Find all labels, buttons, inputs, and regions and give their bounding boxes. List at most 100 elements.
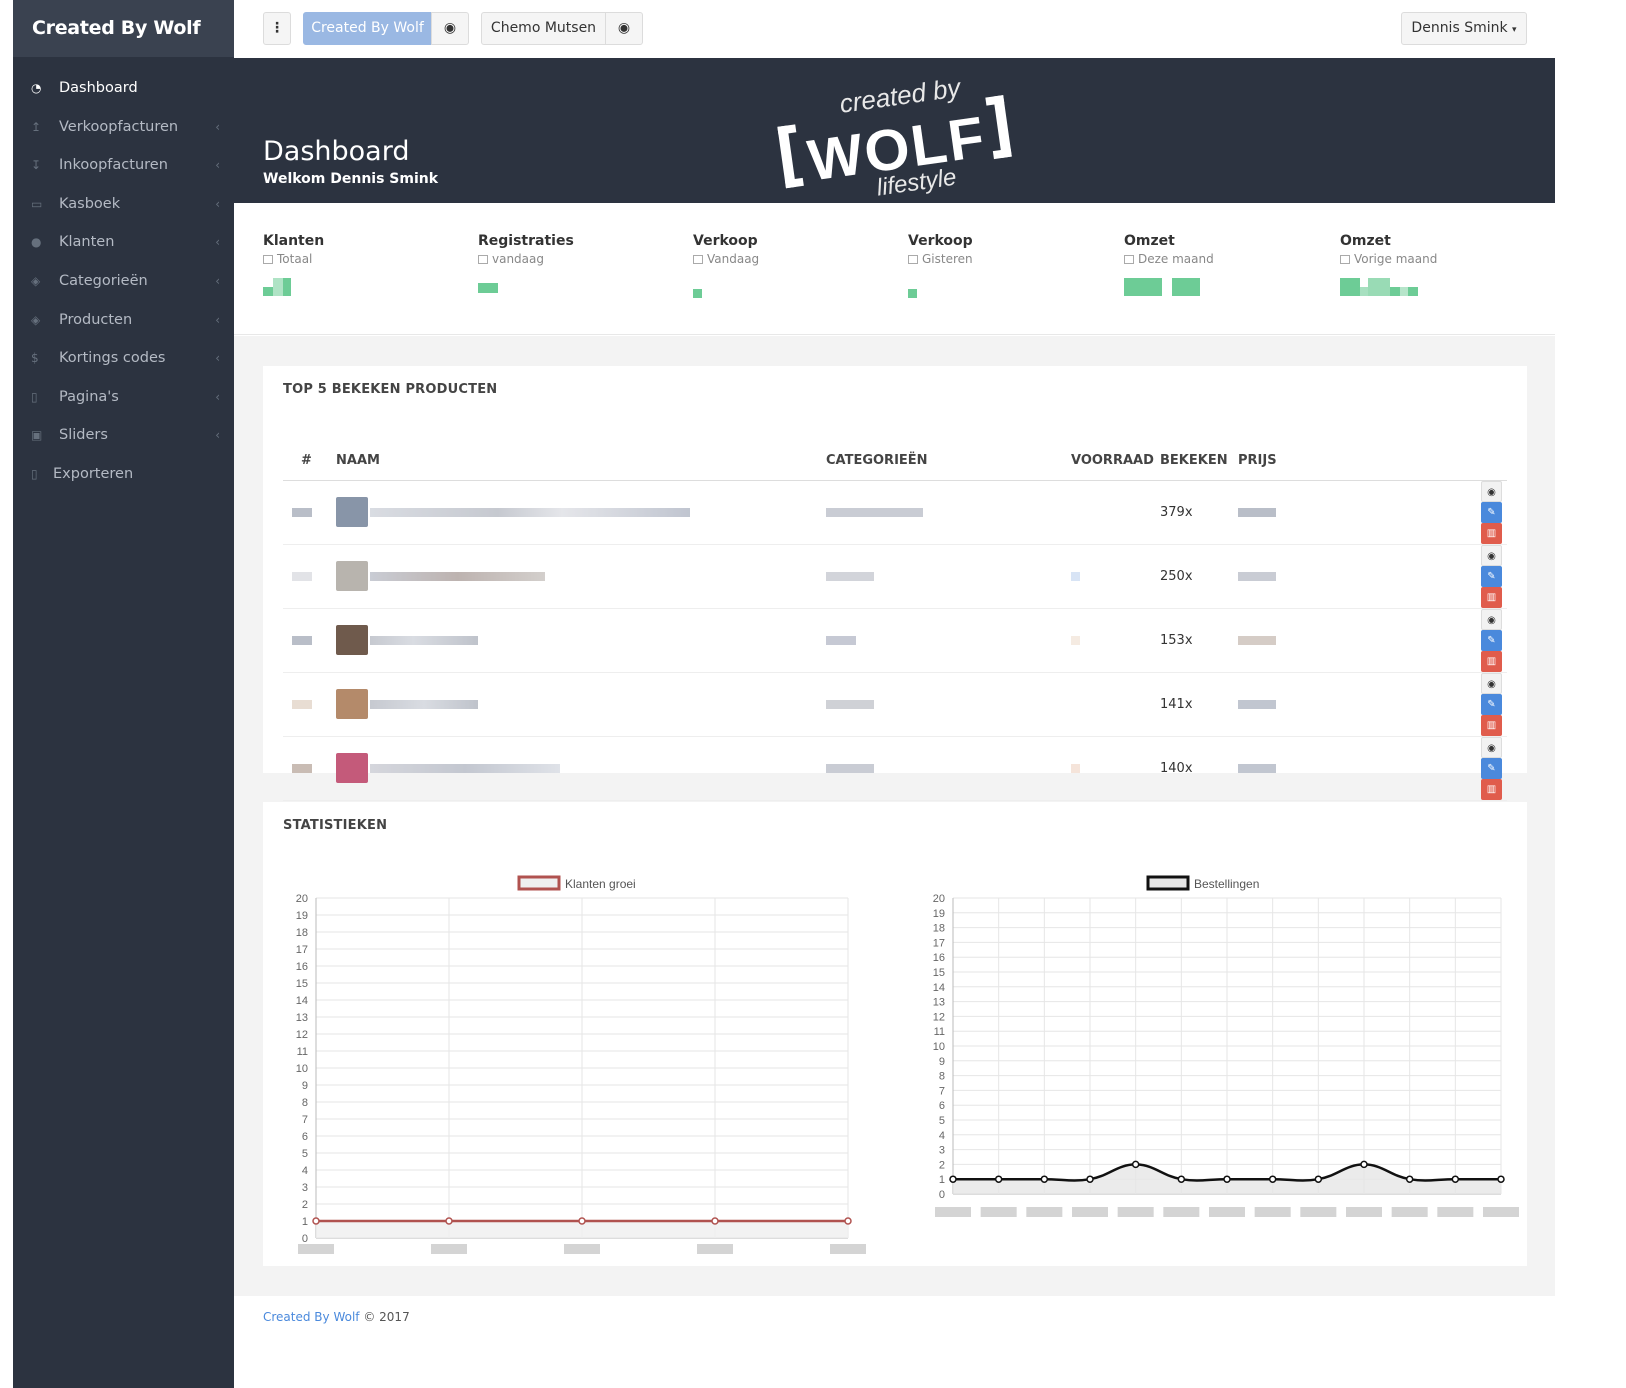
column-header[interactable]: PRIJS	[1238, 442, 1393, 481]
pencil-icon: ✎	[1487, 506, 1496, 518]
menu-button[interactable]: ⋮	[263, 12, 291, 45]
view-button[interactable]: ◉	[1481, 672, 1502, 694]
product-name-hidden[interactable]	[370, 699, 478, 709]
footer-link[interactable]: Created By Wolf	[263, 1310, 360, 1324]
sidebar-item-label: Sliders	[59, 427, 108, 444]
edit-button[interactable]: ✎	[1481, 501, 1502, 523]
sidebar: Created By Wolf ◔ Dashboard ↥ Verkoopfactu…	[13, 0, 234, 1388]
data-point	[1405, 1175, 1414, 1183]
y-tick-label: 6	[939, 1100, 945, 1112]
stat-value-hidden	[693, 278, 893, 298]
product-thumbnail[interactable]	[336, 689, 368, 719]
sidebar-item-sliders[interactable]: ▣ Sliders ‹	[13, 416, 234, 455]
shop-preview-button[interactable]: ◉	[605, 12, 643, 45]
product-name-hidden[interactable]	[370, 763, 560, 773]
product-name-hidden[interactable]	[370, 507, 690, 517]
product-name-hidden[interactable]	[370, 571, 545, 581]
data-point	[1131, 1160, 1140, 1169]
edit-button[interactable]: ✎	[1481, 693, 1502, 715]
column-header[interactable]: #	[283, 442, 336, 481]
sidebar-item-categorieen[interactable]: ◈ Categorieën ‹	[13, 262, 234, 301]
data-point	[1268, 1175, 1277, 1183]
stat-value-hidden	[908, 278, 1108, 298]
y-tick-label: 0	[939, 1189, 945, 1201]
product-thumbnail[interactable]	[336, 497, 368, 527]
stat-sublabel: vandaag	[478, 252, 678, 266]
data-point	[994, 1175, 1003, 1183]
sidebar-item-verkoopfacturen[interactable]: ↥ Verkoopfacturen ‹	[13, 108, 234, 147]
y-tick-label: 7	[302, 1114, 308, 1126]
delete-button[interactable]: ▥	[1481, 650, 1502, 672]
product-name-hidden[interactable]	[370, 635, 478, 645]
brand-logo[interactable]: Created By Wolf	[13, 0, 234, 57]
calendar-icon	[908, 255, 918, 264]
user-menu-button[interactable]: Dennis Smink ▾	[1401, 12, 1527, 45]
x-tick-label-hidden	[1026, 1207, 1063, 1217]
eye-icon: ◉	[617, 20, 631, 36]
y-tick-label: 18	[933, 923, 945, 935]
chevron-left-icon: ‹	[215, 235, 220, 250]
product-thumbnail[interactable]	[336, 753, 368, 783]
views-cell: 379x	[1160, 480, 1238, 545]
view-button[interactable]: ◉	[1481, 736, 1502, 758]
top-products-panel: TOP 5 BEKEKEN PRODUCTEN # NAAM CATEGORIE…	[263, 366, 1527, 801]
chevron-left-icon: ‹	[215, 196, 220, 211]
y-tick-label: 4	[939, 1130, 945, 1142]
view-button[interactable]: ◉	[1481, 608, 1502, 630]
view-button[interactable]: ◉	[1481, 480, 1502, 502]
view-button[interactable]: ◉	[1481, 544, 1502, 566]
legend-label: Klanten groei	[565, 877, 636, 891]
column-header[interactable]: BEKEKEN	[1160, 442, 1238, 481]
trash-icon: ▥	[1486, 527, 1497, 539]
sidebar-item-label: Kortings codes	[59, 350, 166, 367]
legend-swatch	[517, 875, 561, 891]
column-header[interactable]: VOORRAAD	[1071, 442, 1160, 481]
edit-button[interactable]: ✎	[1481, 565, 1502, 587]
cube-icon: ◈	[31, 312, 41, 327]
stat-period: Totaal	[277, 252, 313, 266]
y-tick-label: 9	[302, 1080, 308, 1092]
sidebar-item-producten[interactable]: ◈ Producten ‹	[13, 301, 234, 340]
delete-button[interactable]: ▥	[1481, 714, 1502, 736]
edit-button[interactable]: ✎	[1481, 757, 1502, 779]
eye-icon: ◉	[443, 20, 457, 36]
sidebar-item-klanten[interactable]: ● Klanten ‹	[13, 223, 234, 262]
column-header[interactable]: NAAM	[336, 442, 826, 481]
sidebar-item-paginas[interactable]: ▯ Pagina's ‹	[13, 378, 234, 417]
sidebar-item-dashboard[interactable]: ◔ Dashboard	[13, 69, 234, 108]
chevron-left-icon: ‹	[215, 158, 220, 173]
category-hidden	[826, 763, 874, 773]
stat-value-hidden	[263, 278, 463, 298]
product-thumbnail[interactable]	[336, 625, 368, 655]
money-icon: ▭	[31, 196, 43, 211]
sidebar-item-exporteren[interactable]: ▯ Exporteren	[13, 455, 234, 494]
delete-button[interactable]: ▥	[1481, 778, 1502, 800]
product-thumbnail[interactable]	[336, 561, 368, 591]
row-id-hidden	[292, 507, 312, 517]
column-header[interactable]: CATEGORIEËN	[826, 442, 1071, 481]
shop-preview-button[interactable]: ◉	[431, 12, 469, 45]
chevron-left-icon: ‹	[215, 351, 220, 366]
sidebar-menu: ◔ Dashboard ↥ Verkoopfacturen ‹ ↧ Inkoopfact…	[13, 69, 234, 494]
edit-button[interactable]: ✎	[1481, 629, 1502, 651]
sidebar-item-inkoopfacturen[interactable]: ↧ Inkoopfacturen ‹	[13, 146, 234, 185]
delete-button[interactable]: ▥	[1481, 586, 1502, 608]
sidebar-item-label: Verkoopfacturen	[59, 118, 179, 135]
data-point	[1040, 1175, 1049, 1183]
shop-button-chemo-mutsen[interactable]: Chemo Mutsen	[481, 12, 606, 45]
y-tick-label: 16	[296, 961, 308, 973]
row-id-hidden	[292, 571, 312, 581]
views-cell: 250x	[1160, 544, 1238, 609]
data-point	[578, 1217, 586, 1225]
y-tick-label: 10	[296, 1063, 308, 1075]
y-tick-label: 19	[296, 910, 308, 922]
price-hidden	[1238, 635, 1276, 645]
wolf-logo: created by WOLF lifestyle	[777, 72, 1012, 200]
delete-button[interactable]: ▥	[1481, 522, 1502, 544]
pencil-icon: ✎	[1487, 698, 1496, 710]
shop-button-created-by-wolf[interactable]: Created By Wolf	[303, 12, 432, 45]
sidebar-item-kortings-codes[interactable]: $ Kortings codes ‹	[13, 339, 234, 378]
y-tick-label: 1	[302, 1216, 308, 1228]
table-row: 140x ◉ ✎ ▥	[283, 736, 1507, 801]
sidebar-item-kasboek[interactable]: ▭ Kasboek ‹	[13, 185, 234, 224]
